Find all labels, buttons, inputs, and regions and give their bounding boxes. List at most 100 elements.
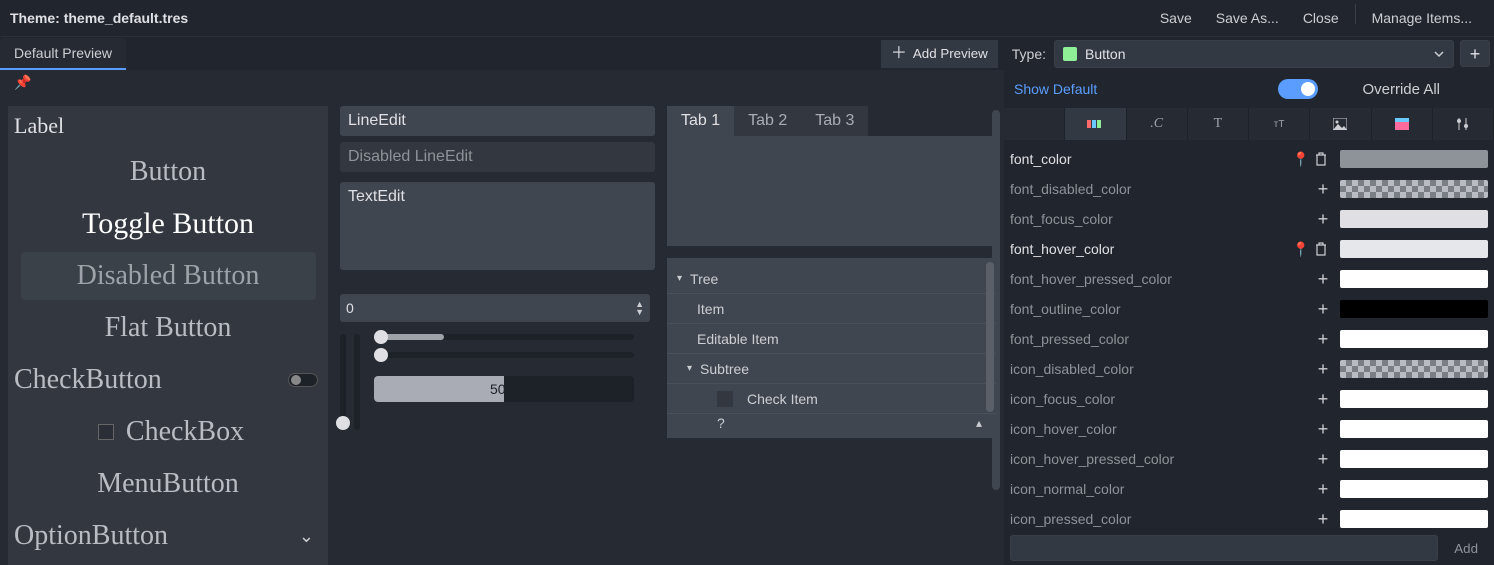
pin-icon[interactable]: 📍 (1292, 241, 1306, 258)
type-dropdown[interactable]: Button (1054, 40, 1454, 68)
color-swatch[interactable] (1340, 450, 1488, 468)
trash-icon[interactable] (1314, 152, 1332, 166)
add-override-icon[interactable]: + (1314, 180, 1332, 198)
vslider-preview-1[interactable] (340, 334, 346, 430)
add-override-icon[interactable]: + (1314, 210, 1332, 228)
color-swatch[interactable] (1340, 360, 1488, 378)
cat-settings[interactable] (1433, 108, 1494, 140)
property-name: font_pressed_color (1010, 331, 1306, 347)
manage-items-button[interactable]: Manage Items... (1360, 4, 1484, 32)
tree-check-item[interactable]: Check Item (747, 391, 818, 407)
add-override-icon[interactable]: + (1314, 270, 1332, 288)
property-name: icon_normal_color (1010, 481, 1306, 497)
add-override-icon[interactable]: + (1314, 390, 1332, 408)
tab-2[interactable]: Tab 2 (734, 106, 801, 136)
show-default-link[interactable]: Show Default (1014, 81, 1097, 97)
add-property-input[interactable] (1010, 535, 1438, 561)
tree-item-partial: ? (717, 415, 725, 431)
checkbox-preview[interactable]: CheckBox (8, 406, 328, 458)
save-as-button[interactable]: Save As... (1204, 4, 1291, 32)
color-swatch[interactable] (1340, 510, 1488, 528)
spinbox-arrows-icon[interactable]: ▲▼ (635, 300, 644, 316)
color-swatch[interactable] (1340, 390, 1488, 408)
color-swatch[interactable] (1340, 240, 1488, 258)
color-swatch[interactable] (1340, 210, 1488, 228)
cat-styleboxes[interactable] (1372, 108, 1433, 140)
property-name: font_hover_color (1010, 241, 1284, 257)
checkbox-icon[interactable] (717, 391, 733, 407)
color-swatch[interactable] (1340, 180, 1488, 198)
color-swatch[interactable] (1340, 480, 1488, 498)
tree-scrollbar[interactable] (986, 262, 994, 412)
tree-preview[interactable]: ▾ Tree Item Editable Item ▾ Subtree Check … (667, 258, 996, 438)
cat-constants[interactable]: .C (1127, 108, 1188, 140)
cat-fonts[interactable]: T (1188, 108, 1249, 140)
caret-down-icon[interactable]: ▾ (687, 363, 692, 374)
close-button[interactable]: Close (1291, 4, 1351, 32)
spinbox-preview[interactable]: 0 ▲▼ (340, 294, 650, 322)
check-button-preview[interactable]: CheckButton (8, 354, 328, 406)
color-swatch[interactable] (1340, 330, 1488, 348)
toggle-button-preview[interactable]: Toggle Button (82, 207, 254, 241)
override-all-button[interactable]: Override All (1318, 75, 1484, 104)
tree-root[interactable]: Tree (690, 271, 718, 287)
pin-icon[interactable]: 📍 (1292, 151, 1306, 168)
tab-1[interactable]: Tab 1 (667, 106, 734, 136)
add-property-button[interactable]: Add (1444, 535, 1488, 561)
add-override-icon[interactable]: + (1314, 510, 1332, 528)
show-default-toggle[interactable] (1278, 79, 1318, 99)
button-node-icon (1063, 47, 1077, 61)
add-override-icon[interactable]: + (1314, 480, 1332, 498)
text-edit-preview[interactable]: TextEdit (340, 182, 655, 270)
caret-down-icon[interactable]: ▾ (677, 273, 682, 284)
cat-font-sizes[interactable]: ᴛT (1249, 108, 1310, 140)
tree-item[interactable]: Item (697, 301, 724, 317)
theme-name: theme_default.tres (64, 10, 188, 26)
disabled-button-preview: Disabled Button (21, 252, 316, 300)
add-override-icon[interactable]: + (1314, 450, 1332, 468)
property-name: font_outline_color (1010, 301, 1306, 317)
menu-button-preview[interactable]: MenuButton (97, 468, 239, 500)
caret-up-icon[interactable]: ▴ (976, 416, 982, 430)
checkbox-icon (98, 424, 114, 440)
cat-empty[interactable] (1004, 108, 1065, 140)
add-type-button[interactable]: + (1460, 40, 1490, 67)
tab-3[interactable]: Tab 3 (801, 106, 868, 136)
color-swatch[interactable] (1340, 420, 1488, 438)
cat-colors[interactable] (1065, 108, 1126, 140)
color-swatch[interactable] (1340, 270, 1488, 288)
add-override-icon[interactable]: + (1314, 300, 1332, 318)
tree-editable-item[interactable]: Editable Item (697, 331, 779, 347)
add-override-icon[interactable]: + (1314, 330, 1332, 348)
hslider-preview-2[interactable] (374, 352, 634, 358)
tab-default-preview[interactable]: Default Preview (0, 38, 126, 70)
preview-inputs-column: TextEdit 0 ▲▼ 50% (340, 106, 655, 565)
cat-icons[interactable] (1310, 108, 1371, 140)
flat-button-preview[interactable]: Flat Button (105, 312, 232, 344)
chevron-down-icon: ⌄ (299, 526, 314, 547)
button-preview[interactable]: Button (130, 156, 206, 188)
save-button[interactable]: Save (1148, 4, 1204, 32)
type-label: Type: (998, 46, 1054, 62)
add-preview-button[interactable]: ＋ Add Preview (881, 40, 998, 68)
plus-icon: ＋ (891, 46, 907, 62)
property-name: icon_pressed_color (1010, 511, 1306, 527)
preview-tabs-column: Tab 1 Tab 2 Tab 3 ▾ Tree Item Editable It… (667, 106, 996, 565)
sliders-icon (1456, 117, 1470, 131)
option-button-label: OptionButton (14, 520, 168, 552)
palette-icon (1087, 118, 1103, 130)
add-override-icon[interactable]: + (1314, 420, 1332, 438)
pin-icon[interactable]: 📌 (14, 74, 31, 91)
image-icon (1333, 118, 1347, 130)
separator (1355, 4, 1356, 24)
vslider-preview-2[interactable] (354, 334, 360, 430)
hslider-preview-1[interactable] (374, 334, 634, 340)
add-override-icon[interactable]: + (1314, 360, 1332, 378)
line-edit-preview[interactable] (340, 106, 655, 136)
trash-icon[interactable] (1314, 242, 1332, 256)
property-row: font_color📍 (1010, 144, 1488, 174)
option-button-preview[interactable]: OptionButton ⌄ (8, 510, 328, 562)
color-swatch[interactable] (1340, 150, 1488, 168)
color-swatch[interactable] (1340, 300, 1488, 318)
tree-subtree[interactable]: Subtree (700, 361, 749, 377)
